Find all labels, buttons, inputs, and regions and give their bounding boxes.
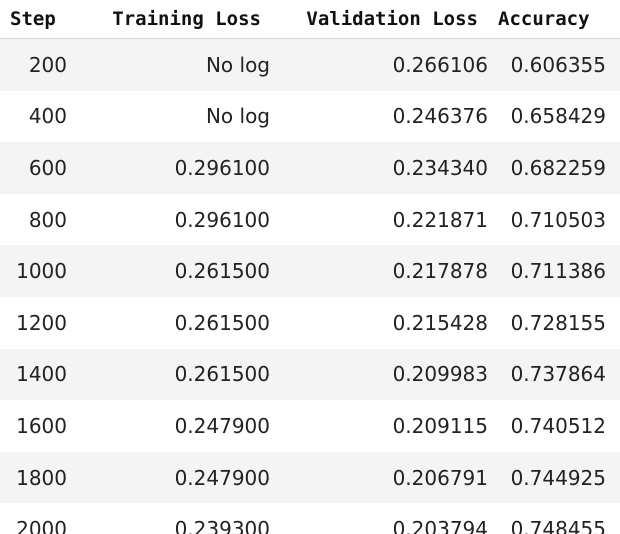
training-metrics-table: Step Training Loss Validation Loss Accur… bbox=[0, 0, 620, 534]
cell-training-loss: 0.261500 bbox=[174, 362, 270, 387]
column-header-validation-loss: Validation Loss bbox=[270, 0, 488, 39]
cell-step: 2000 bbox=[16, 517, 67, 534]
cell-accuracy: 0.606355 bbox=[510, 52, 606, 77]
cell-validation-loss: 0.246376 bbox=[392, 104, 488, 129]
table-row: 2000 0.239300 0.203794 0.748455 bbox=[0, 503, 620, 534]
cell-training-loss: 0.247900 bbox=[174, 413, 270, 438]
results-table-container: Step Training Loss Validation Loss Accur… bbox=[0, 0, 620, 534]
cell-step: 1200 bbox=[16, 310, 67, 335]
cell-accuracy: 0.658429 bbox=[510, 104, 606, 129]
cell-training-loss: 0.296100 bbox=[174, 155, 270, 180]
cell-accuracy: 0.728155 bbox=[510, 310, 606, 335]
cell-training-loss: 0.247900 bbox=[174, 465, 270, 490]
table-row: 200 No log 0.266106 0.606355 bbox=[0, 38, 620, 91]
cell-validation-loss: 0.234340 bbox=[392, 155, 488, 180]
table-row: 1400 0.261500 0.209983 0.737864 bbox=[0, 348, 620, 401]
table-row: 400 No log 0.246376 0.658429 bbox=[0, 90, 620, 143]
cell-step: 1400 bbox=[16, 362, 67, 387]
cell-training-loss: 0.261500 bbox=[174, 259, 270, 284]
cell-validation-loss: 0.221871 bbox=[392, 207, 488, 232]
cell-step: 1600 bbox=[16, 413, 67, 438]
cell-accuracy: 0.682259 bbox=[510, 155, 606, 180]
cell-step: 1800 bbox=[16, 465, 67, 490]
table-header: Step Training Loss Validation Loss Accur… bbox=[0, 0, 620, 39]
cell-training-loss: 0.261500 bbox=[174, 310, 270, 335]
cell-validation-loss: 0.215428 bbox=[392, 310, 488, 335]
table-row: 800 0.296100 0.221871 0.710503 bbox=[0, 193, 620, 246]
cell-accuracy: 0.710503 bbox=[510, 207, 606, 232]
cell-training-loss: 0.296100 bbox=[174, 207, 270, 232]
cell-accuracy: 0.737864 bbox=[510, 362, 606, 387]
header-row: Step Training Loss Validation Loss Accur… bbox=[0, 0, 620, 39]
table-row: 1000 0.261500 0.217878 0.711386 bbox=[0, 245, 620, 297]
cell-training-loss: 0.239300 bbox=[174, 517, 270, 534]
cell-accuracy: 0.748455 bbox=[510, 517, 606, 534]
cell-accuracy: 0.711386 bbox=[510, 259, 606, 284]
cell-validation-loss: 0.209983 bbox=[392, 362, 488, 387]
table-row: 1200 0.261500 0.215428 0.728155 bbox=[0, 296, 620, 349]
cell-validation-loss: 0.209115 bbox=[392, 413, 488, 438]
column-header-step: Step bbox=[0, 0, 80, 39]
cell-accuracy: 0.744925 bbox=[510, 465, 606, 490]
cell-step: 1000 bbox=[16, 259, 67, 284]
column-header-accuracy: Accuracy bbox=[488, 0, 620, 39]
cell-validation-loss: 0.217878 bbox=[392, 259, 488, 284]
cell-validation-loss: 0.206791 bbox=[392, 465, 488, 490]
cell-training-loss: No log bbox=[205, 52, 270, 77]
table-row: 1600 0.247900 0.209115 0.740512 bbox=[0, 400, 620, 452]
cell-accuracy: 0.740512 bbox=[510, 413, 606, 438]
cell-training-loss: No log bbox=[205, 104, 270, 129]
column-header-training-loss: Training Loss bbox=[80, 0, 270, 39]
cell-validation-loss: 0.203794 bbox=[392, 517, 488, 534]
cell-validation-loss: 0.266106 bbox=[392, 52, 488, 77]
cell-step: 600 bbox=[28, 155, 67, 180]
table-body: 200 No log 0.266106 0.606355 400 No log … bbox=[0, 38, 620, 534]
cell-step: 200 bbox=[28, 52, 67, 77]
cell-step: 800 bbox=[28, 207, 67, 232]
cell-step: 400 bbox=[28, 104, 67, 129]
table-row: 600 0.296100 0.234340 0.682259 bbox=[0, 142, 620, 194]
table-row: 1800 0.247900 0.206791 0.744925 bbox=[0, 451, 620, 504]
